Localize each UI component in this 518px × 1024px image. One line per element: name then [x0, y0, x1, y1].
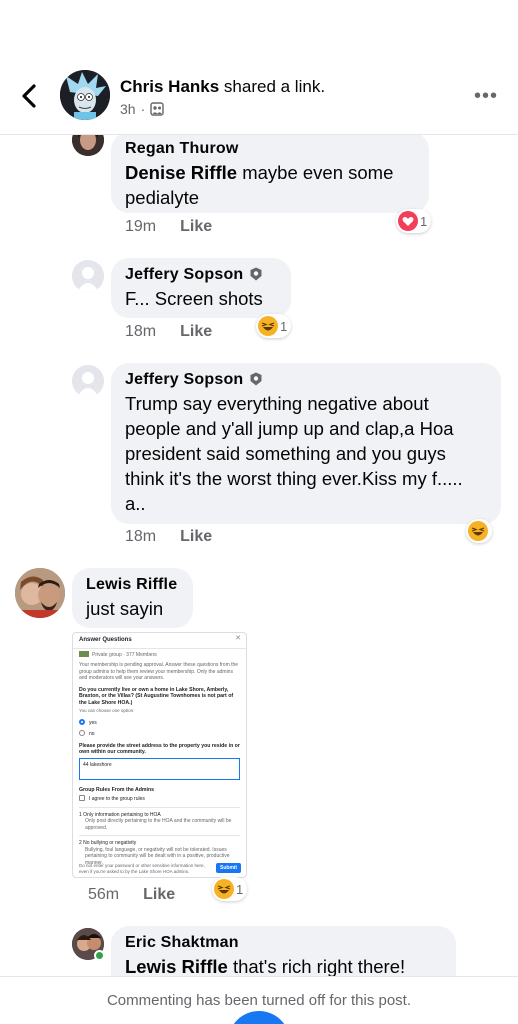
comment-time[interactable]: 18m: [125, 323, 156, 341]
comment-text: just sayin: [86, 598, 164, 619]
back-arrow-icon[interactable]: [18, 82, 42, 110]
screenshot-footer-note: Do not enter your password or other sens…: [79, 863, 205, 874]
comment-author: Jeffery Sopson: [125, 266, 277, 284]
screenshot-intro: Your membership is pending approval. Ans…: [79, 662, 239, 681]
screenshot-question-2: Please provide the street address to the…: [79, 742, 240, 756]
online-status-icon: [94, 950, 105, 961]
love-reaction-icon: [398, 211, 418, 231]
reaction-count: 1: [420, 213, 428, 229]
divider: [79, 835, 240, 836]
screenshot-title: Answer Questions ✕: [73, 633, 246, 649]
haha-reaction-icon: [258, 316, 278, 336]
attached-screenshot[interactable]: Answer Questions ✕ Private group · 377 Me…: [72, 632, 247, 878]
avatar[interactable]: [15, 568, 65, 618]
screenshot-hint: You can choose one option: [79, 708, 134, 713]
mention-link[interactable]: Denise Riffle: [125, 162, 237, 183]
post-action: shared a link.: [219, 77, 326, 96]
comment-actions: 18m Like: [125, 323, 212, 341]
post-meta: 3h ·: [120, 101, 164, 117]
comment-body: that's rich right there!: [227, 956, 406, 977]
radio-selected-icon: [79, 718, 85, 725]
comment-bubble: Jeffery Sopson Trump say everything nega…: [111, 363, 501, 524]
avatar[interactable]: [72, 260, 104, 292]
like-button[interactable]: Like: [180, 323, 212, 341]
comment-actions: 18m Like: [125, 528, 212, 546]
verified-badge-icon: [250, 372, 262, 386]
reaction-summary[interactable]: 1: [212, 877, 248, 901]
haha-reaction-icon: [468, 521, 488, 541]
comment-text: Denise Riffle maybe even some pedialyte: [125, 160, 415, 210]
screenshot-rules-title: Group Rules From the Admins: [79, 786, 155, 793]
comment-text: F... Screen shots: [125, 288, 263, 309]
post-header: Chris Hanks shared a link. 3h · •••: [0, 60, 518, 135]
avatar[interactable]: [72, 365, 104, 397]
comment-time[interactable]: 56m: [88, 886, 119, 904]
mention-link[interactable]: Lewis Riffle: [125, 956, 228, 977]
comment-bubble: Regan Thurow Denise Riffle maybe even so…: [111, 132, 429, 213]
screenshot-option-no: no: [73, 728, 246, 740]
reaction-count: 1: [236, 881, 244, 897]
post-title: Chris Hanks shared a link.: [120, 77, 325, 97]
reaction-summary[interactable]: 1: [396, 209, 432, 233]
group-icon: [150, 102, 164, 116]
meta-separator: ·: [140, 101, 146, 117]
haha-reaction-icon: [214, 879, 234, 899]
post-time[interactable]: 3h: [120, 101, 136, 117]
checkbox-icon: [79, 795, 85, 801]
comment-author: Jeffery Sopson: [125, 371, 487, 389]
screenshot-option-yes: yes: [73, 717, 246, 729]
divider: [79, 806, 240, 808]
like-button[interactable]: Like: [180, 218, 212, 236]
screenshot-submit-button: Submit: [216, 862, 241, 873]
radio-icon: [79, 730, 85, 736]
comment-time[interactable]: 19m: [125, 218, 156, 236]
screenshot-rule-1: 1 Only information pertaining to HOA Only…: [79, 811, 232, 831]
like-button[interactable]: Like: [180, 528, 212, 546]
screenshot-answer-field: 44 lakeshore: [79, 757, 240, 780]
author-name[interactable]: Chris Hanks: [120, 77, 219, 96]
screenshot-question-1: Do you currently live or own a home in L…: [79, 686, 234, 706]
more-horizontal-icon[interactable]: •••: [474, 86, 498, 106]
comment-actions: 19m Like: [125, 218, 212, 236]
author-link[interactable]: Jeffery Sopson: [125, 371, 243, 388]
comment-author[interactable]: Eric Shaktman: [125, 934, 442, 952]
comment-text: Trump say everything negative about peop…: [125, 393, 463, 514]
comment-time[interactable]: 18m: [125, 528, 156, 546]
comments-disabled-bar: Commenting has been turned off for this …: [0, 976, 518, 1024]
reaction-count: 1: [280, 318, 288, 334]
comment-bubble: Lewis Riffle just sayin: [72, 568, 193, 628]
close-icon: ✕: [235, 635, 241, 642]
group-thumbnail-icon: [79, 650, 89, 657]
reaction-summary[interactable]: 1: [256, 314, 292, 338]
author-avatar[interactable]: [60, 70, 110, 120]
like-button[interactable]: Like: [143, 886, 175, 904]
comment-author[interactable]: Lewis Riffle: [86, 576, 179, 594]
comment-bubble: Jeffery Sopson F... Screen shots: [111, 258, 291, 318]
comments-disabled-notice: Commenting has been turned off for this …: [106, 992, 412, 1009]
comment-author[interactable]: Regan Thurow: [125, 140, 415, 158]
verified-badge-icon: [250, 267, 262, 281]
screenshot-agree: I agree to the group rules: [73, 793, 246, 805]
comment-actions: 56m Like: [88, 886, 175, 904]
reaction-summary[interactable]: [466, 519, 492, 543]
floating-action-button[interactable]: [228, 1011, 290, 1024]
screenshot-group-line: Private group · 377 Members: [73, 649, 246, 661]
author-link[interactable]: Jeffery Sopson: [125, 266, 243, 283]
